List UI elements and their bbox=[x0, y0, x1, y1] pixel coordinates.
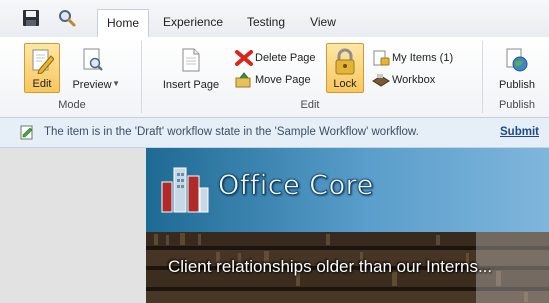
my-items-label: My Items (1) bbox=[392, 52, 454, 64]
publish-icon bbox=[506, 48, 528, 72]
delete-icon bbox=[235, 50, 253, 66]
lock-label: Lock bbox=[333, 78, 357, 90]
edit-group-label: Edit bbox=[300, 99, 320, 111]
move-page-button[interactable]: Move Page bbox=[235, 71, 311, 89]
workbox-label: Workbox bbox=[392, 74, 436, 86]
ribbon-tab-strip: Home Experience Testing View bbox=[0, 0, 549, 38]
site-title: Office Core bbox=[218, 170, 374, 202]
my-items-button[interactable]: My Items (1) bbox=[372, 49, 453, 67]
publish-group-label: Publish bbox=[498, 99, 536, 111]
group-divider bbox=[482, 41, 483, 113]
mode-group-label: Mode bbox=[58, 99, 86, 111]
move-page-label: Move Page bbox=[255, 74, 311, 86]
save-icon[interactable] bbox=[22, 9, 42, 29]
lock-button[interactable]: Lock bbox=[326, 43, 364, 93]
banner-tagline: Client relationships older than our Inte… bbox=[168, 257, 493, 276]
preview-dropdown-button[interactable]: Preview ▼ bbox=[64, 43, 122, 93]
move-page-icon bbox=[235, 72, 251, 88]
publish-label: Publish bbox=[498, 79, 536, 91]
workbox-icon bbox=[372, 74, 390, 87]
ribbon-panel: Edit Preview ▼ Mode Insert Page Delete P… bbox=[0, 37, 549, 118]
insert-page-icon bbox=[182, 48, 200, 72]
tab-home[interactable]: Home bbox=[97, 9, 149, 38]
edit-mode-button[interactable]: Edit bbox=[24, 43, 60, 93]
chevron-down-icon: ▼ bbox=[112, 79, 120, 88]
workflow-notification-text: The item is in the 'Draft' workflow stat… bbox=[44, 126, 419, 138]
delete-page-label: Delete Page bbox=[255, 52, 316, 64]
tab-view[interactable]: View bbox=[303, 9, 343, 37]
workflow-state-icon bbox=[20, 125, 34, 143]
edit-icon bbox=[32, 49, 54, 74]
insert-page-label: Insert Page bbox=[162, 79, 220, 91]
site-logo-icon bbox=[158, 160, 210, 221]
my-items-icon bbox=[373, 50, 390, 66]
lock-icon bbox=[335, 48, 355, 75]
page-left-gutter bbox=[0, 148, 146, 303]
preview-icon bbox=[83, 48, 103, 71]
tab-testing[interactable]: Testing bbox=[240, 9, 292, 37]
workbox-button[interactable]: Workbox bbox=[372, 71, 435, 89]
submit-link[interactable]: Submit bbox=[500, 126, 539, 138]
tab-experience[interactable]: Experience bbox=[157, 9, 229, 37]
hero-banner: Client relationships older than our Inte… bbox=[146, 232, 549, 303]
site-header: Office Core bbox=[146, 148, 549, 232]
delete-page-button[interactable]: Delete Page bbox=[235, 49, 316, 67]
search-icon[interactable] bbox=[58, 9, 78, 29]
workflow-notification-bar: The item is in the 'Draft' workflow stat… bbox=[0, 118, 549, 148]
publish-button[interactable]: Publish bbox=[494, 43, 540, 93]
edit-mode-label: Edit bbox=[32, 78, 52, 90]
group-divider bbox=[141, 41, 142, 113]
insert-page-button[interactable]: Insert Page bbox=[157, 43, 225, 93]
